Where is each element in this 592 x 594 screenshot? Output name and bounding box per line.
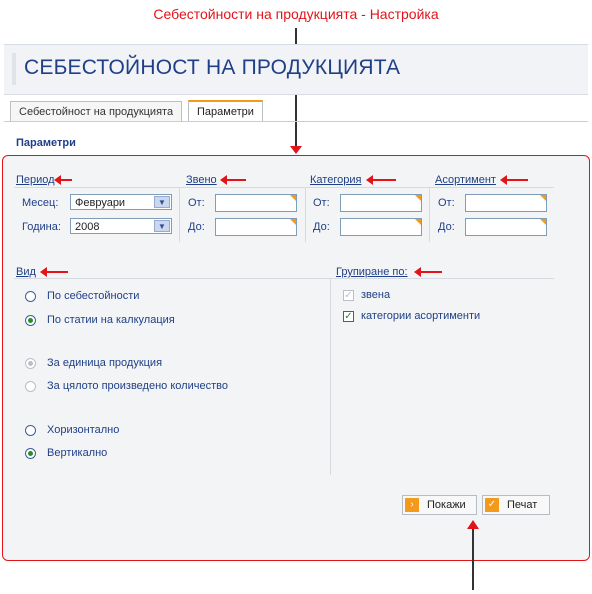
show-button[interactable]: › Покажи (402, 495, 477, 515)
checkbox-category-assortment[interactable]: ✓ (343, 311, 354, 322)
assortment-to-label: До: (438, 221, 455, 233)
zveno-from-label: От: (188, 197, 205, 209)
vid-arrow (40, 267, 68, 277)
tabs-divider (4, 121, 588, 122)
assortment-from-label: От: (438, 197, 455, 209)
zveno-to-input[interactable] (215, 218, 297, 236)
month-label: Месец: (22, 197, 59, 209)
bottom-pointer-line (472, 528, 474, 590)
radio-by-calc-items-label[interactable]: По статии на калкулация (47, 314, 175, 326)
bottom-arrow-up (467, 520, 479, 529)
checkbox-zvena[interactable]: ✓ (343, 290, 354, 301)
category-to-input[interactable] (340, 218, 422, 236)
section-title: Параметри (16, 137, 76, 149)
year-select[interactable]: 2008 ▼ (70, 218, 172, 234)
zveno-label: Звено (186, 174, 217, 186)
arrow-right-icon: › (405, 498, 419, 512)
annotation-caption: Себестойности на продукцията - Настройка (153, 6, 439, 22)
group-separator (429, 188, 430, 242)
radio-per-unit[interactable] (25, 358, 36, 369)
chevron-down-icon[interactable]: ▼ (154, 196, 170, 208)
radio-per-unit-label[interactable]: За единица продукция (47, 357, 162, 369)
category-label: Категория (310, 174, 362, 186)
month-select[interactable]: Февруари ▼ (70, 194, 172, 210)
assortment-arrow (500, 175, 528, 185)
assortment-label: Асортимент (435, 174, 496, 186)
lookup-corner-icon (540, 195, 546, 201)
page-header: СЕБЕСТОЙНОСТ НА ПРОДУКЦИЯТА (4, 44, 588, 95)
category-arrow (366, 175, 396, 185)
tab-cost[interactable]: Себестойност на продукцията (10, 101, 183, 122)
zveno-to-label: До: (188, 221, 205, 233)
month-select-value: Февруари (75, 197, 126, 209)
lookup-corner-icon (415, 219, 421, 225)
checkbox-zvena-label[interactable]: звена (361, 289, 390, 301)
radio-vertical-label[interactable]: Вертикално (47, 447, 107, 459)
group-separator (305, 188, 306, 242)
radio-vertical[interactable] (25, 448, 36, 459)
radio-by-cost[interactable] (25, 291, 36, 302)
year-select-value: 2008 (75, 221, 100, 233)
zveno-from-input[interactable] (215, 194, 297, 212)
zveno-arrow (220, 175, 246, 185)
grouping-label: Групиране по: (336, 266, 408, 278)
annotation-arrow-down (290, 146, 302, 154)
page-title: СЕБЕСТОЙНОСТ НА ПРОДУКЦИЯТА (24, 56, 401, 79)
radio-total-quantity[interactable] (25, 381, 36, 392)
filters-divider (14, 187, 554, 188)
check-icon: ✓ (485, 498, 499, 512)
radio-horizontal-label[interactable]: Хоризонтално (47, 424, 119, 436)
lookup-corner-icon (290, 195, 296, 201)
lookup-corner-icon (290, 219, 296, 225)
lookup-corner-icon (540, 219, 546, 225)
radio-total-quantity-label[interactable]: За цялото произведено количество (47, 380, 228, 392)
vid-label: Вид (16, 266, 36, 278)
print-button-label: Печат (507, 499, 538, 511)
period-label: Период (16, 174, 55, 186)
year-label: Година: (22, 221, 61, 233)
checkbox-category-assortment-label[interactable]: категории асортименти (361, 310, 480, 322)
lookup-corner-icon (415, 195, 421, 201)
chevron-down-icon[interactable]: ▼ (154, 220, 170, 232)
tab-parameters[interactable]: Параметри (188, 100, 263, 122)
group-separator (179, 188, 180, 242)
category-from-input[interactable] (340, 194, 422, 212)
grouping-arrow (414, 267, 442, 277)
header-accent-bar (12, 53, 16, 85)
options-divider (14, 278, 554, 279)
assortment-from-input[interactable] (465, 194, 547, 212)
category-to-label: До: (313, 221, 330, 233)
show-button-label: Покажи (427, 499, 466, 511)
radio-horizontal[interactable] (25, 425, 36, 436)
options-separator (330, 279, 331, 475)
assortment-to-input[interactable] (465, 218, 547, 236)
period-arrow (54, 175, 72, 185)
category-from-label: От: (313, 197, 330, 209)
radio-by-calc-items[interactable] (25, 315, 36, 326)
print-button[interactable]: ✓ Печат (482, 495, 550, 515)
radio-by-cost-label[interactable]: По себестойности (47, 290, 139, 302)
